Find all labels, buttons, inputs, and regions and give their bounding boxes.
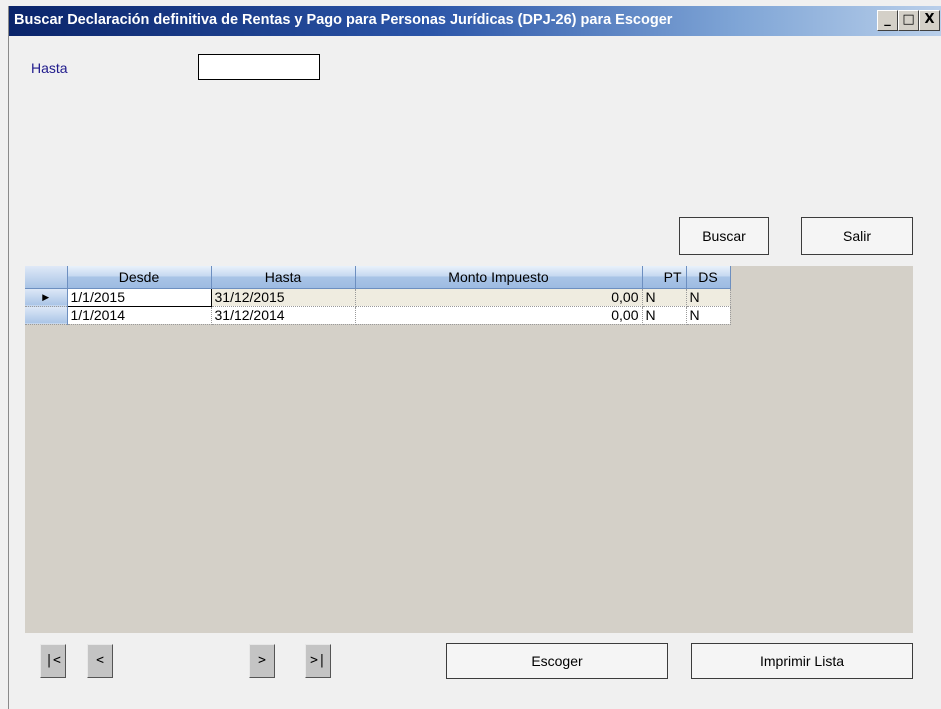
previous-record-button[interactable]: < <box>87 644 113 678</box>
cell-pt[interactable]: N <box>642 306 687 325</box>
search-window: Buscar Declaración definitiva de Rentas … <box>8 6 941 709</box>
table-row[interactable]: 1/1/2014 31/12/2014 0,00 N N <box>25 306 731 325</box>
cell-pt[interactable]: N <box>642 288 687 307</box>
maximize-button[interactable]: □ <box>898 10 919 31</box>
row-header-corner <box>25 266 68 289</box>
cell-desde[interactable]: 1/1/2015 <box>66 287 212 307</box>
buscar-button[interactable]: Buscar <box>679 217 769 255</box>
escoger-button[interactable]: Escoger <box>446 643 668 679</box>
cell-hasta[interactable]: 31/12/2015 <box>211 288 356 307</box>
table-row[interactable]: ▶ 1/1/2015 31/12/2015 0,00 N N <box>25 287 731 307</box>
column-header-ds[interactable]: DS <box>686 266 731 289</box>
hasta-label: Hasta <box>31 60 68 76</box>
column-header-desde[interactable]: Desde <box>67 266 212 289</box>
row-header[interactable] <box>25 306 68 325</box>
results-table: Desde Hasta Monto Impuesto PT DS ▶ 1/1/2… <box>25 266 731 325</box>
header-row: Desde Hasta Monto Impuesto PT DS <box>25 266 731 289</box>
current-row-indicator-icon[interactable]: ▶ <box>25 288 68 307</box>
close-button[interactable]: X <box>919 10 940 31</box>
minimize-button[interactable]: _ <box>877 10 898 31</box>
cell-desde[interactable]: 1/1/2014 <box>67 306 212 325</box>
hasta-input[interactable] <box>198 54 320 80</box>
cell-monto[interactable]: 0,00 <box>355 288 643 307</box>
cell-ds[interactable]: N <box>686 306 731 325</box>
results-grid[interactable]: Desde Hasta Monto Impuesto PT DS ▶ 1/1/2… <box>25 266 913 633</box>
title-bar[interactable]: Buscar Declaración definitiva de Rentas … <box>9 6 941 36</box>
first-record-button[interactable]: |< <box>40 644 66 678</box>
cell-monto[interactable]: 0,00 <box>355 306 643 325</box>
window-title: Buscar Declaración definitiva de Rentas … <box>14 12 673 28</box>
last-record-button[interactable]: >| <box>305 644 331 678</box>
cell-hasta[interactable]: 31/12/2014 <box>211 306 356 325</box>
column-header-monto-impuesto[interactable]: Monto Impuesto <box>355 266 643 289</box>
imprimir-lista-button[interactable]: Imprimir Lista <box>691 643 913 679</box>
cell-ds[interactable]: N <box>686 288 731 307</box>
column-header-pt[interactable]: PT <box>642 266 687 289</box>
column-header-hasta[interactable]: Hasta <box>211 266 356 289</box>
next-record-button[interactable]: > <box>249 644 275 678</box>
salir-button[interactable]: Salir <box>801 217 913 255</box>
